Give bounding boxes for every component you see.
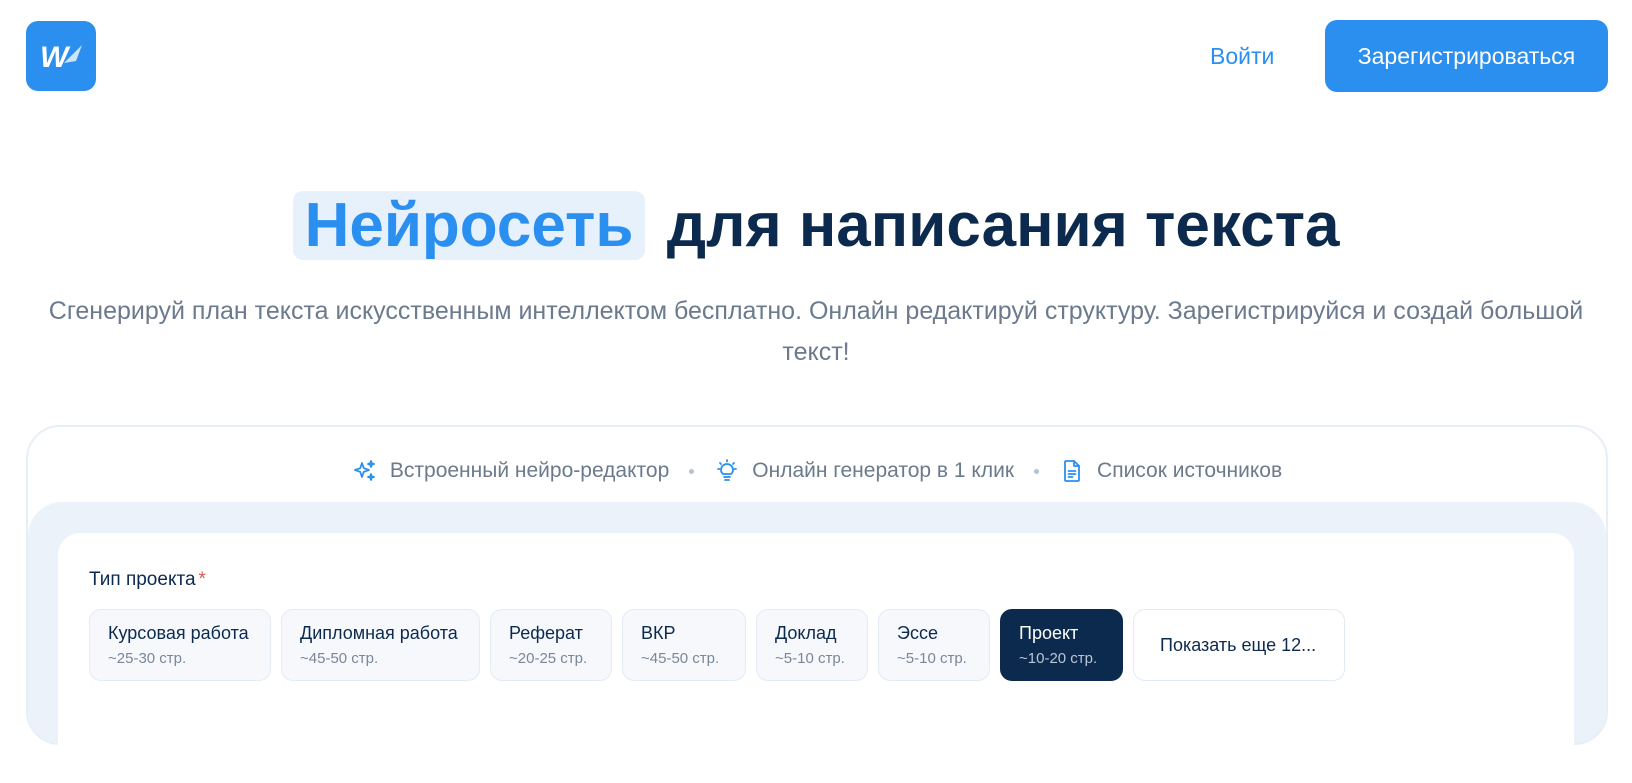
form-panel: Тип проекта * Курсовая работа ~25-30 стр.… xyxy=(58,533,1574,783)
project-type-label: Тип проекта * xyxy=(89,569,206,591)
chip-pages: ~45-50 стр. xyxy=(300,650,379,667)
project-type-project[interactable]: Проект ~10-20 стр. xyxy=(1000,609,1123,681)
chip-title: Доклад xyxy=(775,623,837,643)
logo-icon: W xyxy=(40,41,82,71)
project-type-essay[interactable]: Эссе ~5-10 стр. xyxy=(878,609,990,681)
required-mark: * xyxy=(198,569,206,590)
chip-pages: ~5-10 стр. xyxy=(897,650,967,667)
title-rest: для написания текста xyxy=(666,191,1340,260)
chip-title: Эссе xyxy=(897,623,938,643)
chip-title: Курсовая работа xyxy=(108,623,249,643)
show-more-label: Показать еще 12... xyxy=(1160,635,1317,655)
project-type-vkr[interactable]: ВКР ~45-50 стр. xyxy=(622,609,746,681)
project-type-label-text: Тип проекта xyxy=(89,569,196,590)
chip-pages: ~20-25 стр. xyxy=(509,650,588,667)
project-type-report[interactable]: Доклад ~5-10 стр. xyxy=(756,609,868,681)
chip-pages: ~25-30 стр. xyxy=(108,650,187,667)
chip-title: Дипломная работа xyxy=(300,623,458,643)
page-subtitle: Сгенерируй план текста искусственным инт… xyxy=(48,297,1584,366)
chip-pages: ~45-50 стр. xyxy=(641,650,720,667)
login-link[interactable]: Войти xyxy=(1210,36,1274,76)
chip-pages: ~10-20 стр. xyxy=(1019,650,1098,667)
chip-title: ВКР xyxy=(641,623,676,643)
page-title: Нейросеть для написания текста xyxy=(0,188,1632,264)
show-more-button[interactable]: Показать еще 12... xyxy=(1133,609,1345,681)
register-button[interactable]: Зарегистрироваться xyxy=(1325,20,1608,92)
svg-text:W: W xyxy=(40,41,71,71)
project-type-diploma[interactable]: Дипломная работа ~45-50 стр. xyxy=(281,609,480,681)
title-highlight: Нейросеть xyxy=(292,191,646,260)
project-type-essay-report[interactable]: Реферат ~20-25 стр. xyxy=(490,609,612,681)
chip-pages: ~5-10 стр. xyxy=(775,650,845,667)
project-type-options: Курсовая работа ~25-30 стр. Дипломная ра… xyxy=(89,609,1345,681)
logo[interactable]: W xyxy=(26,21,96,91)
project-type-coursework[interactable]: Курсовая работа ~25-30 стр. xyxy=(89,609,271,681)
chip-title: Проект xyxy=(1019,623,1079,643)
form-container: Тип проекта * Курсовая работа ~25-30 стр.… xyxy=(26,425,1608,783)
chip-title: Реферат xyxy=(509,623,583,643)
